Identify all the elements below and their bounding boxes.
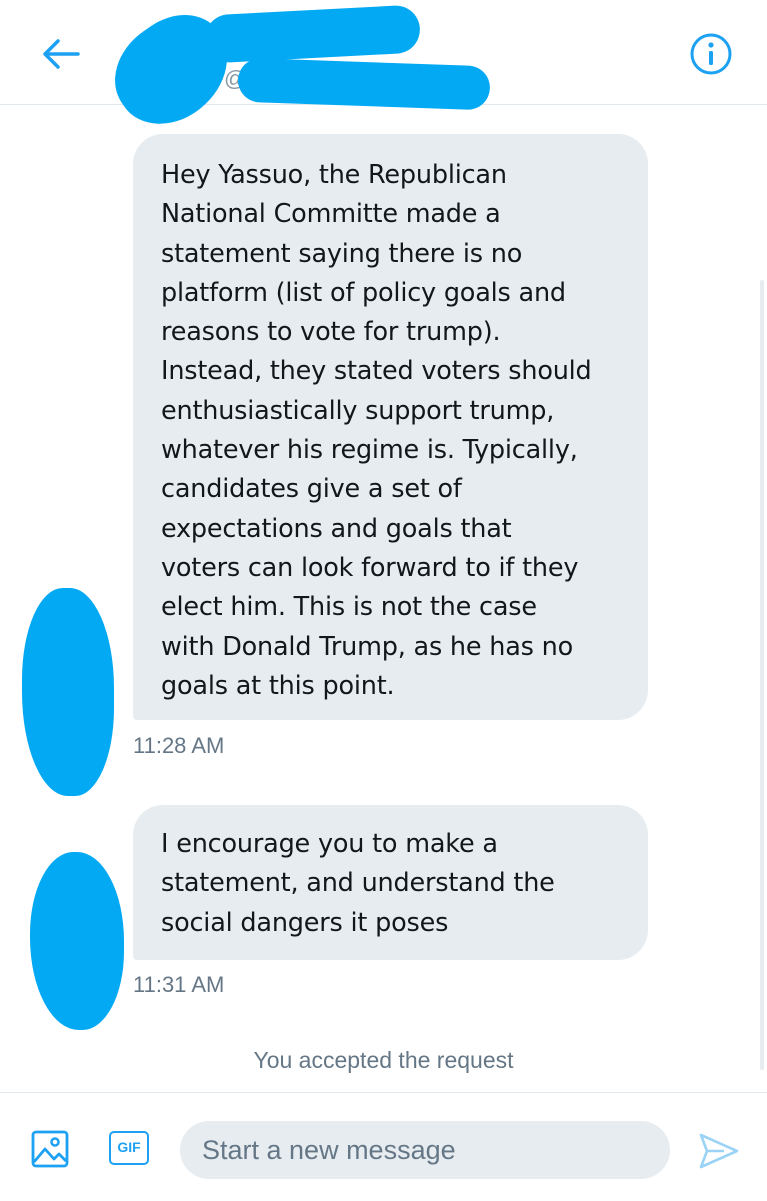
conversation-info-button[interactable] xyxy=(688,31,734,77)
redacted-sender-avatar xyxy=(22,588,114,796)
message-input[interactable] xyxy=(180,1121,670,1179)
info-icon xyxy=(690,33,732,75)
redacted-handle xyxy=(237,57,491,111)
add-media-button[interactable] xyxy=(30,1129,70,1169)
conversation-header: @ xyxy=(0,0,767,144)
message-bubble[interactable]: Hey Yassuo, the Republican National Comm… xyxy=(133,134,648,720)
arrow-left-icon xyxy=(43,39,80,69)
message-timestamp: 11:28 AM xyxy=(133,733,225,758)
gif-button[interactable]: GIF xyxy=(109,1131,149,1165)
redacted-name xyxy=(203,4,422,64)
message-timestamp: 11:31 AM xyxy=(133,972,225,997)
send-icon xyxy=(699,1133,739,1169)
message-composer: GIF xyxy=(0,1092,767,1201)
image-icon xyxy=(31,1130,69,1168)
request-accepted-note: You accepted the request xyxy=(253,1047,514,1073)
redacted-sender-avatar xyxy=(30,852,124,1030)
scrollbar[interactable] xyxy=(760,280,764,1070)
message-bubble[interactable]: I encourage you to make a statement, and… xyxy=(133,805,648,960)
send-button[interactable] xyxy=(698,1131,740,1171)
back-button[interactable] xyxy=(38,34,84,74)
